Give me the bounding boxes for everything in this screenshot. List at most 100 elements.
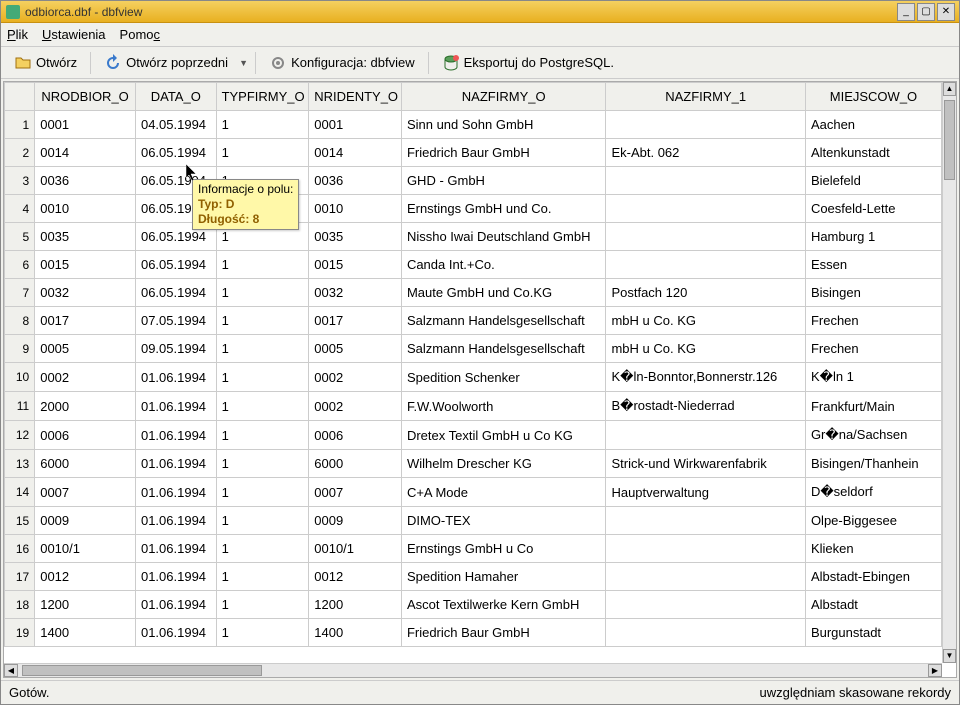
scroll-right-button[interactable]: ▶ (928, 664, 942, 677)
cell[interactable]: Bisingen/Thanhein (805, 450, 941, 478)
column-header-typfirmy_o[interactable]: TYPFIRMY_O (216, 83, 309, 111)
table-row[interactable]: 160010/101.06.199410010/1Ernstings GmbH … (5, 535, 942, 563)
cell[interactable]: Spedition Schenker (401, 363, 606, 392)
cell[interactable]: Canda Int.+Co. (401, 251, 606, 279)
cell[interactable]: 07.05.1994 (135, 307, 216, 335)
table-row[interactable]: 11200001.06.199410002F.W.WoolworthB�rost… (5, 392, 942, 421)
cell[interactable]: Frankfurt/Main (805, 392, 941, 421)
cell[interactable]: 0009 (35, 507, 136, 535)
table-row[interactable]: 12000601.06.199410006Dretex Textil GmbH … (5, 421, 942, 450)
cell[interactable]: 0002 (309, 392, 402, 421)
cell[interactable]: 2000 (35, 392, 136, 421)
cell[interactable]: 0017 (309, 307, 402, 335)
cell[interactable]: Aachen (805, 111, 941, 139)
table-row[interactable]: 2001406.05.199410014Friedrich Baur GmbHE… (5, 139, 942, 167)
cell[interactable]: 0010/1 (309, 535, 402, 563)
cell[interactable]: 0032 (309, 279, 402, 307)
cell[interactable]: 0012 (35, 563, 136, 591)
cell[interactable]: 0032 (35, 279, 136, 307)
cell[interactable]: F.W.Woolworth (401, 392, 606, 421)
cell[interactable]: 01.06.1994 (135, 507, 216, 535)
cell[interactable]: 0035 (309, 223, 402, 251)
cell[interactable] (606, 563, 805, 591)
cell[interactable]: Burgunstadt (805, 619, 941, 647)
column-header-nazfirmy_1[interactable]: NAZFIRMY_1 (606, 83, 805, 111)
menu-pomoc[interactable]: Pomoc (120, 27, 160, 42)
open-previous-button[interactable]: Otwórz poprzedni (97, 50, 235, 76)
cell[interactable]: GHD - GmbH (401, 167, 606, 195)
cell[interactable]: K�ln 1 (805, 363, 941, 392)
cell[interactable]: 0007 (35, 478, 136, 507)
cell[interactable]: 1 (216, 363, 309, 392)
cell[interactable]: 0017 (35, 307, 136, 335)
column-header-data_o[interactable]: DATA_O (135, 83, 216, 111)
cell[interactable]: 1 (216, 251, 309, 279)
cell[interactable] (606, 619, 805, 647)
config-button[interactable]: Konfiguracja: dbfview (262, 50, 422, 76)
horizontal-scrollbar[interactable]: ◀ ▶ (4, 663, 942, 677)
cell[interactable]: 0010/1 (35, 535, 136, 563)
cell[interactable]: 6000 (309, 450, 402, 478)
cell[interactable]: 0014 (309, 139, 402, 167)
cell[interactable]: 1 (216, 111, 309, 139)
cell[interactable]: 09.05.1994 (135, 335, 216, 363)
cell[interactable] (606, 223, 805, 251)
cell[interactable]: Dretex Textil GmbH u Co KG (401, 421, 606, 450)
vertical-scroll-thumb[interactable] (944, 100, 955, 180)
cell[interactable]: mbH u Co. KG (606, 307, 805, 335)
column-header-nazfirmy_o[interactable]: NAZFIRMY_O (401, 83, 606, 111)
cell[interactable]: 06.05.1994 (135, 139, 216, 167)
cell[interactable]: DIMO-TEX (401, 507, 606, 535)
cell[interactable]: Albstadt-Ebingen (805, 563, 941, 591)
cell[interactable]: 1 (216, 450, 309, 478)
cell[interactable] (606, 535, 805, 563)
cell[interactable] (606, 591, 805, 619)
cell[interactable]: Maute GmbH und Co.KG (401, 279, 606, 307)
cell[interactable]: 01.06.1994 (135, 363, 216, 392)
table-row[interactable]: 4001006.05.199410010Ernstings GmbH und C… (5, 195, 942, 223)
cell[interactable]: Friedrich Baur GmbH (401, 619, 606, 647)
table-row[interactable]: 9000509.05.199410005Salzmann Handelsgese… (5, 335, 942, 363)
cell[interactable]: 0015 (309, 251, 402, 279)
cell[interactable]: 1 (216, 507, 309, 535)
table-row[interactable]: 10000201.06.199410002Spedition SchenkerK… (5, 363, 942, 392)
cell[interactable]: Olpe-Biggesee (805, 507, 941, 535)
cell[interactable]: Ek-Abt. 062 (606, 139, 805, 167)
table-row[interactable]: 3003606.05.199410036GHD - GmbHBielefeld (5, 167, 942, 195)
minimize-button[interactable]: _ (897, 3, 915, 21)
maximize-button[interactable]: ▢ (917, 3, 935, 21)
cell[interactable]: 0006 (35, 421, 136, 450)
column-header-miejscow_o[interactable]: MIEJSCOW_O (805, 83, 941, 111)
cell[interactable]: D�seldorf (805, 478, 941, 507)
cell[interactable]: Ernstings GmbH u Co (401, 535, 606, 563)
cell[interactable]: 1 (216, 139, 309, 167)
cell[interactable]: Spedition Hamaher (401, 563, 606, 591)
open-previous-dropdown-icon[interactable]: ▼ (239, 58, 249, 68)
cell[interactable]: 0015 (35, 251, 136, 279)
cell[interactable]: 01.06.1994 (135, 591, 216, 619)
menu-ustawienia[interactable]: Ustawienia (42, 27, 106, 42)
cell[interactable]: 1 (216, 619, 309, 647)
cell[interactable]: Frechen (805, 307, 941, 335)
table-row[interactable]: 6001506.05.199410015Canda Int.+Co.Essen (5, 251, 942, 279)
cell[interactable]: 01.06.1994 (135, 392, 216, 421)
cell[interactable]: 0036 (309, 167, 402, 195)
cell[interactable]: 0036 (35, 167, 136, 195)
cell[interactable]: Frechen (805, 335, 941, 363)
cell[interactable]: 0005 (309, 335, 402, 363)
cell[interactable]: 0035 (35, 223, 136, 251)
cell[interactable]: Hamburg 1 (805, 223, 941, 251)
cell[interactable]: Bisingen (805, 279, 941, 307)
cell[interactable]: Hauptverwaltung (606, 478, 805, 507)
cell[interactable]: B�rostadt-Niederrad (606, 392, 805, 421)
cell[interactable]: 1200 (309, 591, 402, 619)
menu-plik[interactable]: Plik (7, 27, 28, 42)
table-row[interactable]: 7003206.05.199410032Maute GmbH und Co.KG… (5, 279, 942, 307)
cell[interactable]: 01.06.1994 (135, 563, 216, 591)
scroll-down-button[interactable]: ▼ (943, 649, 956, 663)
cell[interactable]: 0002 (309, 363, 402, 392)
cell[interactable]: Essen (805, 251, 941, 279)
export-button[interactable]: Eksportuj do PostgreSQL. (435, 50, 621, 76)
cell[interactable]: Postfach 120 (606, 279, 805, 307)
column-header-nrodbior_o[interactable]: NRODBIOR_O (35, 83, 136, 111)
